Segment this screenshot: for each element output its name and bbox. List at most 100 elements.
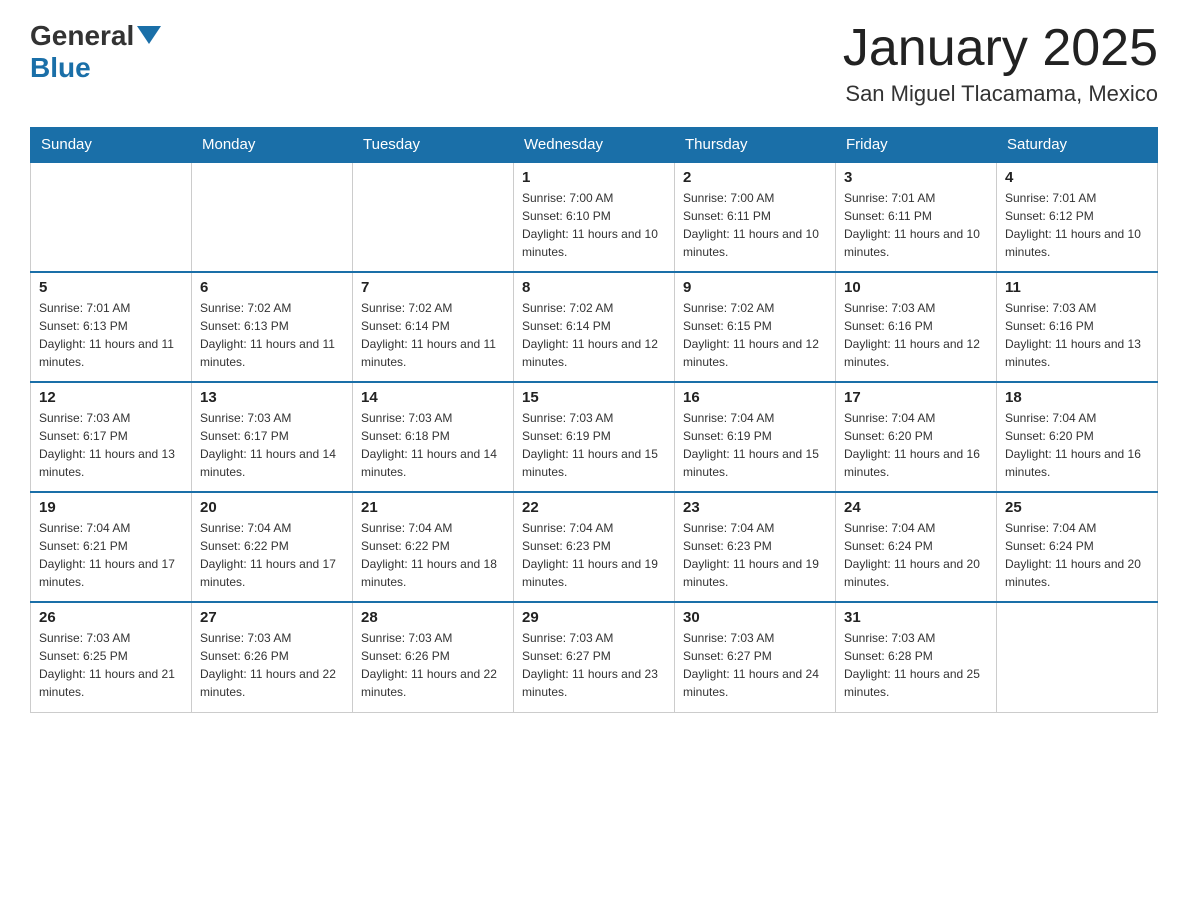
calendar-cell: 17 Sunrise: 7:04 AMSunset: 6:20 PMDayligh… (836, 382, 997, 492)
calendar-header-row: SundayMondayTuesdayWednesdayThursdayFrid… (31, 128, 1158, 163)
day-number: 31 (844, 609, 988, 626)
calendar-header-thursday: Thursday (675, 128, 836, 163)
calendar-cell: 28 Sunrise: 7:03 AMSunset: 6:26 PMDayligh… (353, 602, 514, 712)
day-info: Sunrise: 7:03 AMSunset: 6:17 PMDaylight:… (200, 409, 344, 481)
day-number: 7 (361, 279, 505, 296)
day-number: 25 (1005, 499, 1149, 516)
day-info: Sunrise: 7:01 AMSunset: 6:13 PMDaylight:… (39, 299, 183, 371)
calendar-cell: 7 Sunrise: 7:02 AMSunset: 6:14 PMDaylight… (353, 272, 514, 382)
calendar-cell: 4Sunrise: 7:01 AMSunset: 6:12 PMDaylight… (997, 162, 1158, 272)
day-number: 11 (1005, 279, 1149, 296)
calendar-cell: 30 Sunrise: 7:03 AMSunset: 6:27 PMDayligh… (675, 602, 836, 712)
logo: General Blue (30, 20, 161, 84)
day-info: Sunrise: 7:04 AMSunset: 6:21 PMDaylight:… (39, 519, 183, 591)
calendar-cell: 20 Sunrise: 7:04 AMSunset: 6:22 PMDayligh… (192, 492, 353, 602)
calendar-cell: 22Sunrise: 7:04 AMSunset: 6:23 PMDayligh… (514, 492, 675, 602)
day-info: Sunrise: 7:03 AMSunset: 6:16 PMDaylight:… (1005, 299, 1149, 371)
day-number: 9 (683, 279, 827, 296)
day-info: Sunrise: 7:03 AMSunset: 6:25 PMDaylight:… (39, 629, 183, 701)
calendar-cell: 11 Sunrise: 7:03 AMSunset: 6:16 PMDayligh… (997, 272, 1158, 382)
location-title: San Miguel Tlacamama, Mexico (843, 81, 1158, 107)
day-info: Sunrise: 7:03 AMSunset: 6:27 PMDaylight:… (683, 629, 827, 701)
calendar-cell: 24Sunrise: 7:04 AMSunset: 6:24 PMDayligh… (836, 492, 997, 602)
calendar-cell: 15Sunrise: 7:03 AMSunset: 6:19 PMDayligh… (514, 382, 675, 492)
day-info: Sunrise: 7:03 AMSunset: 6:28 PMDaylight:… (844, 629, 988, 701)
day-number: 12 (39, 389, 183, 406)
day-number: 14 (361, 389, 505, 406)
day-info: Sunrise: 7:02 AMSunset: 6:14 PMDaylight:… (361, 299, 505, 371)
day-info: Sunrise: 7:00 AMSunset: 6:11 PMDaylight:… (683, 189, 827, 261)
calendar-cell: 29 Sunrise: 7:03 AMSunset: 6:27 PMDayligh… (514, 602, 675, 712)
calendar-cell: 27Sunrise: 7:03 AMSunset: 6:26 PMDayligh… (192, 602, 353, 712)
day-info: Sunrise: 7:03 AMSunset: 6:26 PMDaylight:… (200, 629, 344, 701)
day-number: 28 (361, 609, 505, 626)
day-number: 21 (361, 499, 505, 516)
day-number: 24 (844, 499, 988, 516)
calendar-cell: 2Sunrise: 7:00 AMSunset: 6:11 PMDaylight… (675, 162, 836, 272)
day-number: 19 (39, 499, 183, 516)
calendar-header-friday: Friday (836, 128, 997, 163)
day-info: Sunrise: 7:04 AMSunset: 6:23 PMDaylight:… (683, 519, 827, 591)
day-info: Sunrise: 7:01 AMSunset: 6:12 PMDaylight:… (1005, 189, 1149, 261)
day-number: 5 (39, 279, 183, 296)
day-info: Sunrise: 7:03 AMSunset: 6:26 PMDaylight:… (361, 629, 505, 701)
day-number: 16 (683, 389, 827, 406)
calendar-cell: 25 Sunrise: 7:04 AMSunset: 6:24 PMDayligh… (997, 492, 1158, 602)
calendar-cell: 9 Sunrise: 7:02 AMSunset: 6:15 PMDaylight… (675, 272, 836, 382)
day-info: Sunrise: 7:04 AMSunset: 6:23 PMDaylight:… (522, 519, 666, 591)
day-number: 26 (39, 609, 183, 626)
day-info: Sunrise: 7:04 AMSunset: 6:22 PMDaylight:… (200, 519, 344, 591)
day-info: Sunrise: 7:04 AMSunset: 6:22 PMDaylight:… (361, 519, 505, 591)
calendar-cell: 3Sunrise: 7:01 AMSunset: 6:11 PMDaylight… (836, 162, 997, 272)
day-number: 29 (522, 609, 666, 626)
day-info: Sunrise: 7:02 AMSunset: 6:14 PMDaylight:… (522, 299, 666, 371)
title-area: January 2025 San Miguel Tlacamama, Mexic… (843, 20, 1158, 107)
calendar-cell: 10Sunrise: 7:03 AMSunset: 6:16 PMDayligh… (836, 272, 997, 382)
day-info: Sunrise: 7:04 AMSunset: 6:24 PMDaylight:… (1005, 519, 1149, 591)
day-number: 1 (522, 169, 666, 186)
day-number: 17 (844, 389, 988, 406)
day-info: Sunrise: 7:00 AMSunset: 6:10 PMDaylight:… (522, 189, 666, 261)
calendar-cell (31, 162, 192, 272)
day-number: 18 (1005, 389, 1149, 406)
day-number: 10 (844, 279, 988, 296)
logo-triangle-icon (137, 26, 161, 44)
calendar-cell (192, 162, 353, 272)
day-info: Sunrise: 7:02 AMSunset: 6:13 PMDaylight:… (200, 299, 344, 371)
calendar-header-monday: Monday (192, 128, 353, 163)
day-info: Sunrise: 7:02 AMSunset: 6:15 PMDaylight:… (683, 299, 827, 371)
week-row-3: 12 Sunrise: 7:03 AMSunset: 6:17 PMDayligh… (31, 382, 1158, 492)
day-info: Sunrise: 7:04 AMSunset: 6:20 PMDaylight:… (844, 409, 988, 481)
day-info: Sunrise: 7:01 AMSunset: 6:11 PMDaylight:… (844, 189, 988, 261)
calendar-cell: 1 Sunrise: 7:00 AMSunset: 6:10 PMDaylight… (514, 162, 675, 272)
day-info: Sunrise: 7:03 AMSunset: 6:27 PMDaylight:… (522, 629, 666, 701)
calendar-cell: 14 Sunrise: 7:03 AMSunset: 6:18 PMDayligh… (353, 382, 514, 492)
day-info: Sunrise: 7:04 AMSunset: 6:20 PMDaylight:… (1005, 409, 1149, 481)
week-row-4: 19 Sunrise: 7:04 AMSunset: 6:21 PMDayligh… (31, 492, 1158, 602)
calendar-cell: 12 Sunrise: 7:03 AMSunset: 6:17 PMDayligh… (31, 382, 192, 492)
day-info: Sunrise: 7:03 AMSunset: 6:19 PMDaylight:… (522, 409, 666, 481)
calendar-header-saturday: Saturday (997, 128, 1158, 163)
logo-general-text: General (30, 20, 134, 52)
calendar-cell: 13Sunrise: 7:03 AMSunset: 6:17 PMDayligh… (192, 382, 353, 492)
calendar-header-sunday: Sunday (31, 128, 192, 163)
calendar-cell: 23 Sunrise: 7:04 AMSunset: 6:23 PMDayligh… (675, 492, 836, 602)
header: General Blue January 2025 San Miguel Tla… (30, 20, 1158, 107)
calendar-cell: 5 Sunrise: 7:01 AMSunset: 6:13 PMDaylight… (31, 272, 192, 382)
logo-blue-text: Blue (30, 52, 91, 84)
day-number: 8 (522, 279, 666, 296)
day-info: Sunrise: 7:03 AMSunset: 6:17 PMDaylight:… (39, 409, 183, 481)
calendar-cell (997, 602, 1158, 712)
week-row-1: 1 Sunrise: 7:00 AMSunset: 6:10 PMDaylight… (31, 162, 1158, 272)
calendar-cell: 6 Sunrise: 7:02 AMSunset: 6:13 PMDaylight… (192, 272, 353, 382)
day-number: 20 (200, 499, 344, 516)
month-title: January 2025 (843, 20, 1158, 77)
calendar-cell: 19 Sunrise: 7:04 AMSunset: 6:21 PMDayligh… (31, 492, 192, 602)
day-number: 6 (200, 279, 344, 296)
calendar-cell: 26 Sunrise: 7:03 AMSunset: 6:25 PMDayligh… (31, 602, 192, 712)
calendar-table: SundayMondayTuesdayWednesdayThursdayFrid… (30, 127, 1158, 713)
day-number: 30 (683, 609, 827, 626)
calendar-cell: 8 Sunrise: 7:02 AMSunset: 6:14 PMDaylight… (514, 272, 675, 382)
day-info: Sunrise: 7:03 AMSunset: 6:18 PMDaylight:… (361, 409, 505, 481)
day-number: 23 (683, 499, 827, 516)
